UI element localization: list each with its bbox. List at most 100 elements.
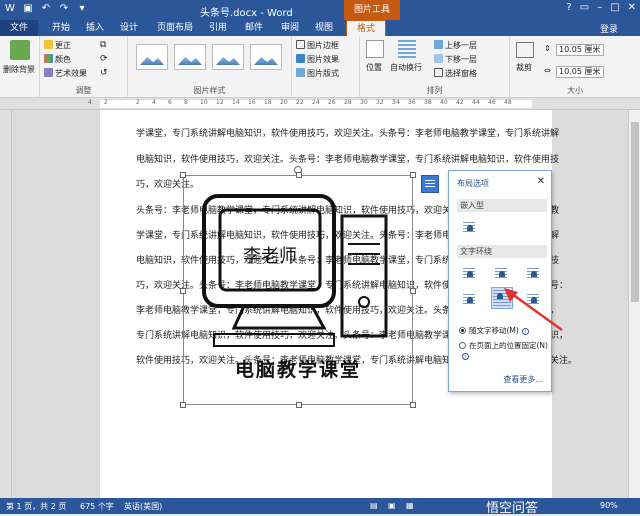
selection-pane-button[interactable]: 选择窗格	[434, 68, 477, 79]
undo-icon[interactable]: ↶	[40, 3, 52, 15]
ruler-number: 30	[360, 99, 368, 106]
height-input[interactable]: 10.05 厘米	[556, 44, 604, 56]
save-icon[interactable]: ▣	[22, 3, 34, 15]
ribbon-display-icon[interactable]: ▭	[580, 2, 589, 13]
word-count[interactable]: 675 个字	[80, 501, 114, 512]
style-thumb-4[interactable]	[250, 44, 282, 70]
help-button[interactable]: ?	[566, 2, 571, 13]
tab-mailings[interactable]: 邮件	[240, 20, 268, 36]
popup-title: 布局选项	[457, 179, 489, 188]
compress-pictures-icon[interactable]: ⧉	[100, 40, 106, 50]
ruler-number: 20	[280, 99, 288, 106]
maximize-icon[interactable]: □	[610, 2, 619, 13]
resize-handle[interactable]	[180, 172, 186, 178]
send-backward-button[interactable]: 下移一层	[434, 54, 477, 65]
ruler-number: 38	[424, 99, 432, 106]
read-mode-icon[interactable]: ▤	[370, 501, 378, 510]
size-group-label: 大小	[567, 86, 583, 95]
change-picture-icon[interactable]: ⟳	[100, 54, 108, 64]
close-icon[interactable]: ✕	[628, 2, 636, 13]
ruler-number: 28	[344, 99, 352, 106]
crop-button[interactable]: 裁剪	[516, 62, 532, 73]
layout-options-popup: 布局选项 ✕ 嵌入型 文字环绕 随文字移动(M) i 在页面上的位置固定(N)i …	[448, 170, 552, 392]
ruler-number: 14	[232, 99, 240, 106]
style-thumb-2[interactable]	[174, 44, 206, 70]
ribbon-tabs: 文件 开始 插入 设计 页面布局 引用 邮件 审阅 视图 格式	[0, 20, 640, 36]
resize-handle[interactable]	[410, 288, 416, 294]
customize-qat-icon[interactable]: ▾	[76, 3, 88, 15]
language[interactable]: 英语(美国)	[124, 501, 162, 512]
layout-icon	[296, 68, 305, 77]
ruler-number: 40	[440, 99, 448, 106]
vertical-ruler[interactable]	[0, 110, 12, 498]
tab-review[interactable]: 审阅	[276, 20, 304, 36]
vertical-scrollbar[interactable]	[628, 110, 640, 498]
color-label: 颜色	[55, 55, 71, 64]
word-logo-icon: W	[5, 3, 15, 14]
forward-label: 上移一层	[445, 41, 477, 50]
computer-drawing: 李老师 电脑教学课堂	[202, 194, 388, 381]
zoom-level[interactable]: 90%	[600, 501, 618, 510]
resize-handle[interactable]	[410, 172, 416, 178]
minimize-icon[interactable]: –	[597, 2, 602, 13]
picture-styles-group: 图片样式	[128, 36, 292, 98]
style-thumb-1[interactable]	[136, 44, 168, 70]
resize-handle[interactable]	[296, 402, 302, 408]
style-thumb-3[interactable]	[212, 44, 244, 70]
through-wrap-icon[interactable]	[525, 265, 541, 281]
position-button[interactable]: 位置	[366, 62, 382, 73]
correct-button[interactable]: 更正	[44, 40, 71, 51]
reset-picture-icon[interactable]: ↺	[100, 68, 108, 78]
inline-with-text-icon[interactable]	[461, 219, 477, 235]
scroll-thumb[interactable]	[631, 122, 639, 302]
print-layout-icon[interactable]: ▣	[388, 501, 396, 510]
adjust-group-label: 调整	[75, 86, 92, 95]
wrap-text-button[interactable]: 自动换行	[390, 62, 422, 73]
ruler-number: 44	[472, 99, 480, 106]
picture-layout-button[interactable]: 图片版式	[296, 68, 339, 79]
resize-handle[interactable]	[296, 172, 302, 178]
tab-references[interactable]: 引用	[204, 20, 232, 36]
close-icon[interactable]: ✕	[537, 176, 545, 187]
resize-handle[interactable]	[180, 402, 186, 408]
web-layout-icon[interactable]: ▦	[406, 501, 414, 510]
resize-handle[interactable]	[180, 288, 186, 294]
layout-options-button[interactable]	[421, 175, 439, 193]
picture-effects-button[interactable]: 图片效果	[296, 54, 339, 65]
color-button[interactable]: 颜色	[44, 54, 71, 65]
sun-icon	[44, 40, 53, 49]
arrange-group: 位置 自动换行 上移一层 下移一层 选择窗格 排列	[360, 36, 510, 98]
info-icon[interactable]: i	[462, 353, 469, 360]
annotation-arrow	[504, 288, 563, 332]
resize-handle[interactable]	[410, 402, 416, 408]
square-wrap-icon[interactable]	[461, 265, 477, 281]
window-controls: ? ▭ – □ ✕	[566, 2, 636, 13]
width-input[interactable]: 10.05 厘米	[556, 66, 604, 78]
login-link[interactable]: 登录	[600, 22, 618, 35]
ruler-number: 32	[376, 99, 384, 106]
tab-page-layout[interactable]: 页面布局	[152, 20, 198, 36]
redo-icon[interactable]: ↷	[58, 3, 70, 15]
selected-picture[interactable]: 李老师 电脑教学课堂	[180, 166, 416, 408]
ruler-number: 4	[88, 99, 92, 106]
picture-text-bottom: 电脑教学课堂	[235, 358, 361, 381]
horizontal-ruler[interactable]: 4 2 2 4 6 8 10 12 14 16 18 20 22 24 26 28 30 32 34 36 38 40 42…	[0, 98, 640, 110]
tab-design[interactable]: 设计	[114, 20, 144, 36]
see-more-link[interactable]: 查看更多...	[503, 374, 543, 385]
picture-border-button[interactable]: 图片边框	[296, 40, 339, 51]
tight-wrap-icon[interactable]	[493, 265, 509, 281]
page-count[interactable]: 第 1 页，共 2 页	[6, 501, 66, 512]
tab-file[interactable]: 文件	[0, 20, 38, 36]
top-bottom-wrap-icon[interactable]	[461, 291, 477, 307]
fix-position-option[interactable]: 在页面上的位置固定(N)i	[459, 341, 549, 361]
styles-group-label: 图片样式	[193, 86, 226, 95]
tab-insert[interactable]: 插入	[80, 20, 110, 36]
artistic-effects-button[interactable]: 艺术效果	[44, 68, 87, 79]
tab-format[interactable]: 格式	[346, 20, 386, 36]
tab-home[interactable]: 开始	[44, 20, 78, 36]
tab-view[interactable]: 视图	[310, 20, 338, 36]
remove-background-button[interactable]: 删除背景	[3, 64, 35, 75]
bring-forward-button[interactable]: 上移一层	[434, 40, 477, 51]
ruler-number: 34	[392, 99, 400, 106]
ruler-number: 22	[296, 99, 304, 106]
